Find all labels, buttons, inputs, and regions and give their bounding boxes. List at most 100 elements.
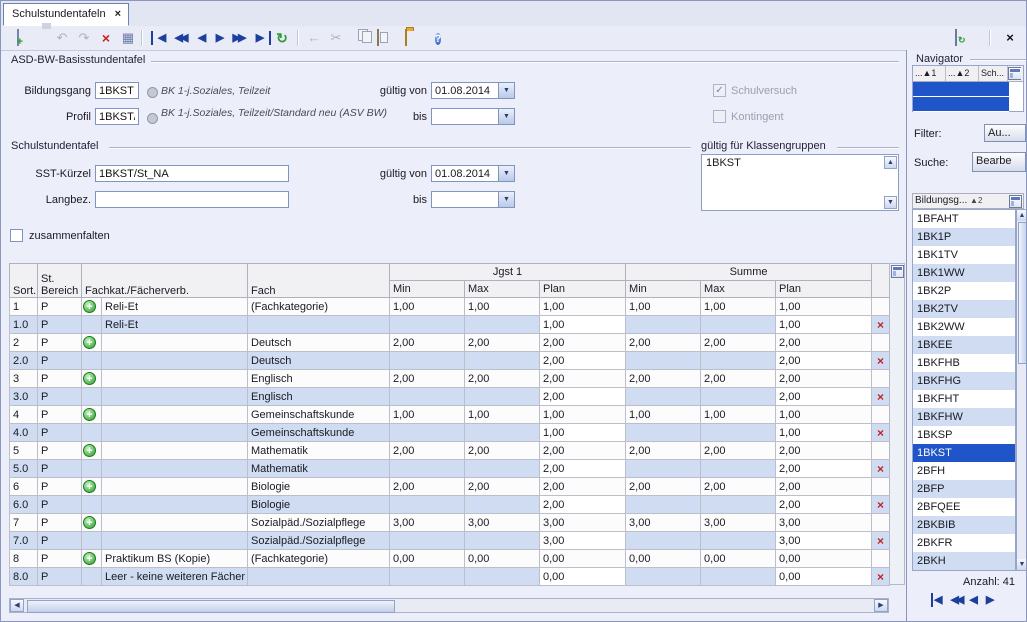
record-rewind-icon[interactable]: ◀◀ — [171, 29, 189, 47]
nav-list-item[interactable]: 1BKFHG — [913, 372, 1015, 390]
add-subject-icon[interactable]: + — [83, 372, 96, 385]
cell-summe-plan[interactable]: 1,00 — [776, 298, 872, 316]
cell-summe-max[interactable]: 1,00 — [701, 406, 776, 424]
cell-jgst1-plan[interactable]: 3,00 — [540, 514, 626, 532]
cell-summe-max[interactable]: 2,00 — [701, 370, 776, 388]
delete-row-icon[interactable]: × — [877, 354, 884, 368]
cell-jgst1-plan[interactable]: 2,00 — [540, 442, 626, 460]
col-header-jgst1-min[interactable]: Min — [390, 281, 465, 298]
nav-list-item[interactable]: 1BKFHB — [913, 354, 1015, 372]
nav-list-item[interactable]: 2BFH — [913, 462, 1015, 480]
folder-icon[interactable] — [397, 29, 415, 47]
cell-jgst1-plan[interactable]: 2,00 — [540, 388, 626, 406]
cell-jgst1-max[interactable]: 1,00 — [465, 298, 540, 316]
new-record-icon[interactable] — [9, 29, 27, 47]
nav-list-item[interactable]: 2BKFR — [913, 534, 1015, 552]
nav-list-item[interactable]: 2BKBIB — [913, 516, 1015, 534]
toggle-navigator-icon[interactable] — [947, 29, 965, 47]
record-next-icon[interactable]: ▶ — [211, 29, 229, 47]
col-group-jgst1[interactable]: Jgst 1 — [390, 264, 626, 281]
scroll-down-icon[interactable]: ▼ — [1017, 559, 1027, 570]
cell-summe-plan[interactable]: 3,00 — [776, 532, 872, 550]
navigator-selection-row[interactable] — [913, 82, 1009, 97]
cell-jgst1-min[interactable]: 0,00 — [390, 550, 465, 568]
cell-summe-plan[interactable]: 2,00 — [776, 460, 872, 478]
nav-list-item[interactable]: 1BK2WW — [913, 318, 1015, 336]
chevron-down-icon[interactable]: ▼ — [498, 192, 514, 207]
nav-list-item[interactable]: 2BFP — [913, 480, 1015, 498]
cell-summe-plan[interactable]: 2,00 — [776, 388, 872, 406]
nav-list-item[interactable]: 1BKSP — [913, 426, 1015, 444]
cell-jgst1-plan[interactable]: 2,00 — [540, 370, 626, 388]
cell-jgst1-min[interactable]: 2,00 — [390, 442, 465, 460]
cell-summe-min[interactable]: 3,00 — [626, 514, 701, 532]
cell-summe-max[interactable]: 3,00 — [701, 514, 776, 532]
cell-summe-max[interactable]: 2,00 — [701, 478, 776, 496]
cell-jgst1-min[interactable]: 2,00 — [390, 334, 465, 352]
nav-list-header[interactable]: Bildungsg... ▲2 — [912, 193, 1024, 209]
cell-summe-min[interactable]: 1,00 — [626, 406, 701, 424]
col-header-summe-max[interactable]: Max — [701, 281, 776, 298]
record-previous-icon[interactable]: ◀ — [193, 29, 211, 47]
cell-summe-min[interactable]: 2,00 — [626, 370, 701, 388]
delete-row-icon[interactable]: × — [877, 534, 884, 548]
cell-jgst1-plan[interactable]: 1,00 — [540, 298, 626, 316]
scroll-up-icon[interactable]: ▲ — [884, 156, 897, 169]
navigator-grid-col1[interactable]: ...▲1 — [913, 66, 946, 81]
grid-config-icon[interactable] — [1009, 195, 1022, 208]
cell-jgst1-plan[interactable]: 2,00 — [540, 496, 626, 514]
delete-row-icon[interactable]: × — [877, 462, 884, 476]
cell-summe-plan[interactable]: 1,00 — [776, 424, 872, 442]
cell-summe-plan[interactable]: 0,00 — [776, 550, 872, 568]
nav-rewind-button[interactable]: ◀◀ — [950, 593, 961, 607]
nav-list-item[interactable]: 1BKFHW — [913, 408, 1015, 426]
cell-summe-plan[interactable]: 3,00 — [776, 514, 872, 532]
cell-jgst1-max[interactable]: 1,00 — [465, 406, 540, 424]
cell-summe-plan[interactable]: 2,00 — [776, 352, 872, 370]
klassengruppe-item[interactable]: 1BKST — [702, 155, 898, 171]
nav-list-item[interactable]: 1BFAHT — [913, 210, 1015, 228]
col-header-st-bereich[interactable]: St. Bereich — [38, 264, 82, 298]
delete-row-icon[interactable]: × — [877, 426, 884, 440]
edit-table-icon[interactable]: ▦ — [119, 29, 137, 47]
nav-list-item[interactable]: 1BKST — [913, 444, 1015, 462]
nav-previous-button[interactable]: ◀ — [969, 593, 977, 607]
scrollbar-thumb[interactable] — [1018, 222, 1027, 364]
chevron-down-icon[interactable]: ▼ — [498, 109, 514, 124]
help-icon[interactable]: ? — [429, 29, 447, 47]
zusammenfalten-checkbox[interactable] — [10, 229, 23, 242]
cell-jgst1-max[interactable]: 2,00 — [465, 334, 540, 352]
delete-record-icon[interactable]: × — [97, 29, 115, 47]
col-header-jgst1-plan[interactable]: Plan — [540, 281, 626, 298]
cell-summe-plan[interactable]: 1,00 — [776, 406, 872, 424]
cell-summe-min[interactable]: 2,00 — [626, 478, 701, 496]
cell-jgst1-max[interactable]: 2,00 — [465, 442, 540, 460]
tab-close-icon[interactable]: × — [115, 8, 121, 20]
add-subject-icon[interactable]: + — [83, 300, 96, 313]
bildungsgang-field[interactable] — [95, 82, 139, 99]
cell-summe-plan[interactable]: 2,00 — [776, 370, 872, 388]
bis-combo[interactable]: ▼ — [431, 108, 515, 125]
cell-summe-max[interactable]: 1,00 — [701, 298, 776, 316]
delete-row-icon[interactable]: × — [877, 570, 884, 584]
cell-jgst1-max[interactable]: 0,00 — [465, 550, 540, 568]
close-view-icon[interactable]: × — [1001, 29, 1019, 47]
delete-row-icon[interactable]: × — [877, 318, 884, 332]
gueltig-von-combo[interactable]: 01.08.2014 ▼ — [431, 82, 515, 99]
add-subject-icon[interactable]: + — [83, 336, 96, 349]
navigator-selection-row[interactable] — [913, 97, 1009, 112]
col-header-summe-min[interactable]: Min — [626, 281, 701, 298]
col-header-fachkat[interactable]: Fachkat./Fächerverb. — [82, 264, 248, 298]
cell-summe-min[interactable]: 2,00 — [626, 334, 701, 352]
cell-jgst1-max[interactable]: 2,00 — [465, 478, 540, 496]
scroll-up-icon[interactable]: ▲ — [1017, 210, 1027, 221]
chevron-down-icon[interactable]: ▼ — [498, 83, 514, 98]
chevron-down-icon[interactable]: ▼ — [498, 166, 514, 181]
langbez-input[interactable] — [95, 191, 289, 208]
cell-jgst1-plan[interactable]: 1,00 — [540, 316, 626, 334]
add-subject-icon[interactable]: + — [83, 444, 96, 457]
nav-list-item[interactable]: 1BK1P — [913, 228, 1015, 246]
cell-summe-plan[interactable]: 1,00 — [776, 316, 872, 334]
sst-gueltig-von-combo[interactable]: 01.08.2014 ▼ — [431, 165, 515, 182]
cell-summe-max[interactable]: 0,00 — [701, 550, 776, 568]
